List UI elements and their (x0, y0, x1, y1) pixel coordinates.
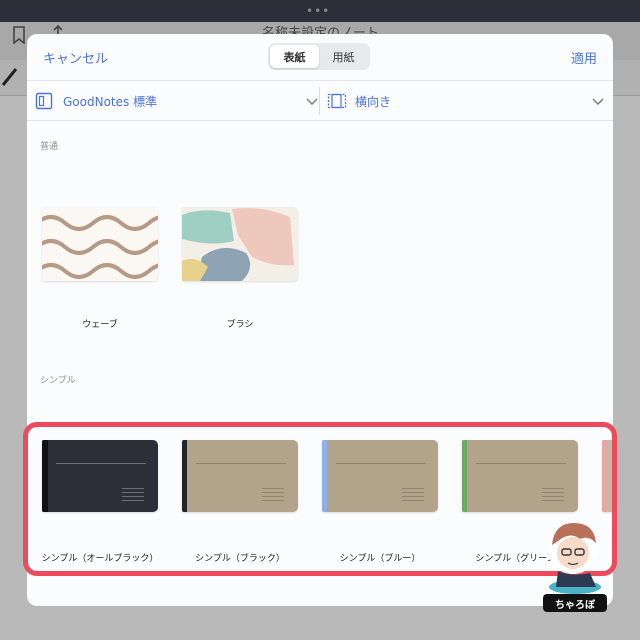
multitask-dots: ••• (306, 4, 331, 18)
cover-label-lines (542, 488, 564, 501)
tab-cover[interactable]: 表紙 (270, 45, 319, 68)
tab-paper[interactable]: 用紙 (319, 45, 368, 68)
cover-caption: シンプル（ブルー） (339, 554, 421, 564)
orientation-icon (327, 92, 347, 110)
section-label-simple: シンプル (40, 376, 76, 386)
cover-simple-black[interactable] (182, 440, 298, 512)
cover-spine (322, 440, 327, 512)
cover-spine (602, 440, 607, 512)
pen-icon (0, 66, 20, 93)
chevron-down-icon (591, 93, 605, 112)
chevron-down-icon (305, 93, 319, 112)
cover-wave[interactable] (42, 207, 158, 281)
template-picker[interactable]: GoodNotes 標準 (35, 81, 319, 121)
cover-brush[interactable] (182, 207, 298, 281)
cover-simple-partial[interactable] (602, 440, 613, 512)
cover-selection-sheet: キャンセル 表紙 用紙 適用 GoodNotes 標準 横向き 普通 ウェーブ … (27, 34, 613, 606)
bookmark-icon (12, 26, 26, 49)
cover-line (476, 463, 566, 464)
sheet-header: キャンセル 表紙 用紙 適用 (27, 34, 613, 81)
cover-caption: シンプル（オールブラック） (41, 554, 159, 564)
orientation-label: 横向き (355, 94, 392, 109)
cover-spine (42, 440, 48, 512)
cover-caption: ウェーブ (82, 320, 118, 330)
cover-line (336, 463, 426, 464)
cover-simple-blue[interactable] (322, 440, 438, 512)
cover-paper-segmented-control: 表紙 用紙 (268, 43, 370, 70)
cover-caption: シンプル（ブラック） (195, 554, 285, 564)
cover-spine (462, 440, 467, 512)
cancel-button[interactable]: キャンセル (43, 48, 108, 67)
picker-divider (319, 87, 320, 115)
watermark-label: ちゃろぼ (543, 594, 607, 612)
cover-simple-green[interactable] (462, 440, 578, 512)
template-bar: GoodNotes 標準 横向き (27, 81, 613, 121)
cover-line (56, 463, 146, 464)
orientation-picker[interactable]: 横向き (327, 81, 605, 121)
cover-line (196, 463, 286, 464)
template-icon (35, 92, 53, 110)
cover-spine (182, 440, 187, 512)
cover-label-lines (262, 488, 284, 501)
section-label-standard: 普通 (40, 142, 59, 152)
cover-caption: ブラシ (226, 320, 254, 330)
cover-label-lines (122, 488, 144, 501)
cover-label-lines (402, 488, 424, 501)
cover-simple-all-black[interactable] (42, 440, 158, 512)
template-label: GoodNotes 標準 (63, 94, 158, 109)
apply-button[interactable]: 適用 (571, 48, 597, 67)
